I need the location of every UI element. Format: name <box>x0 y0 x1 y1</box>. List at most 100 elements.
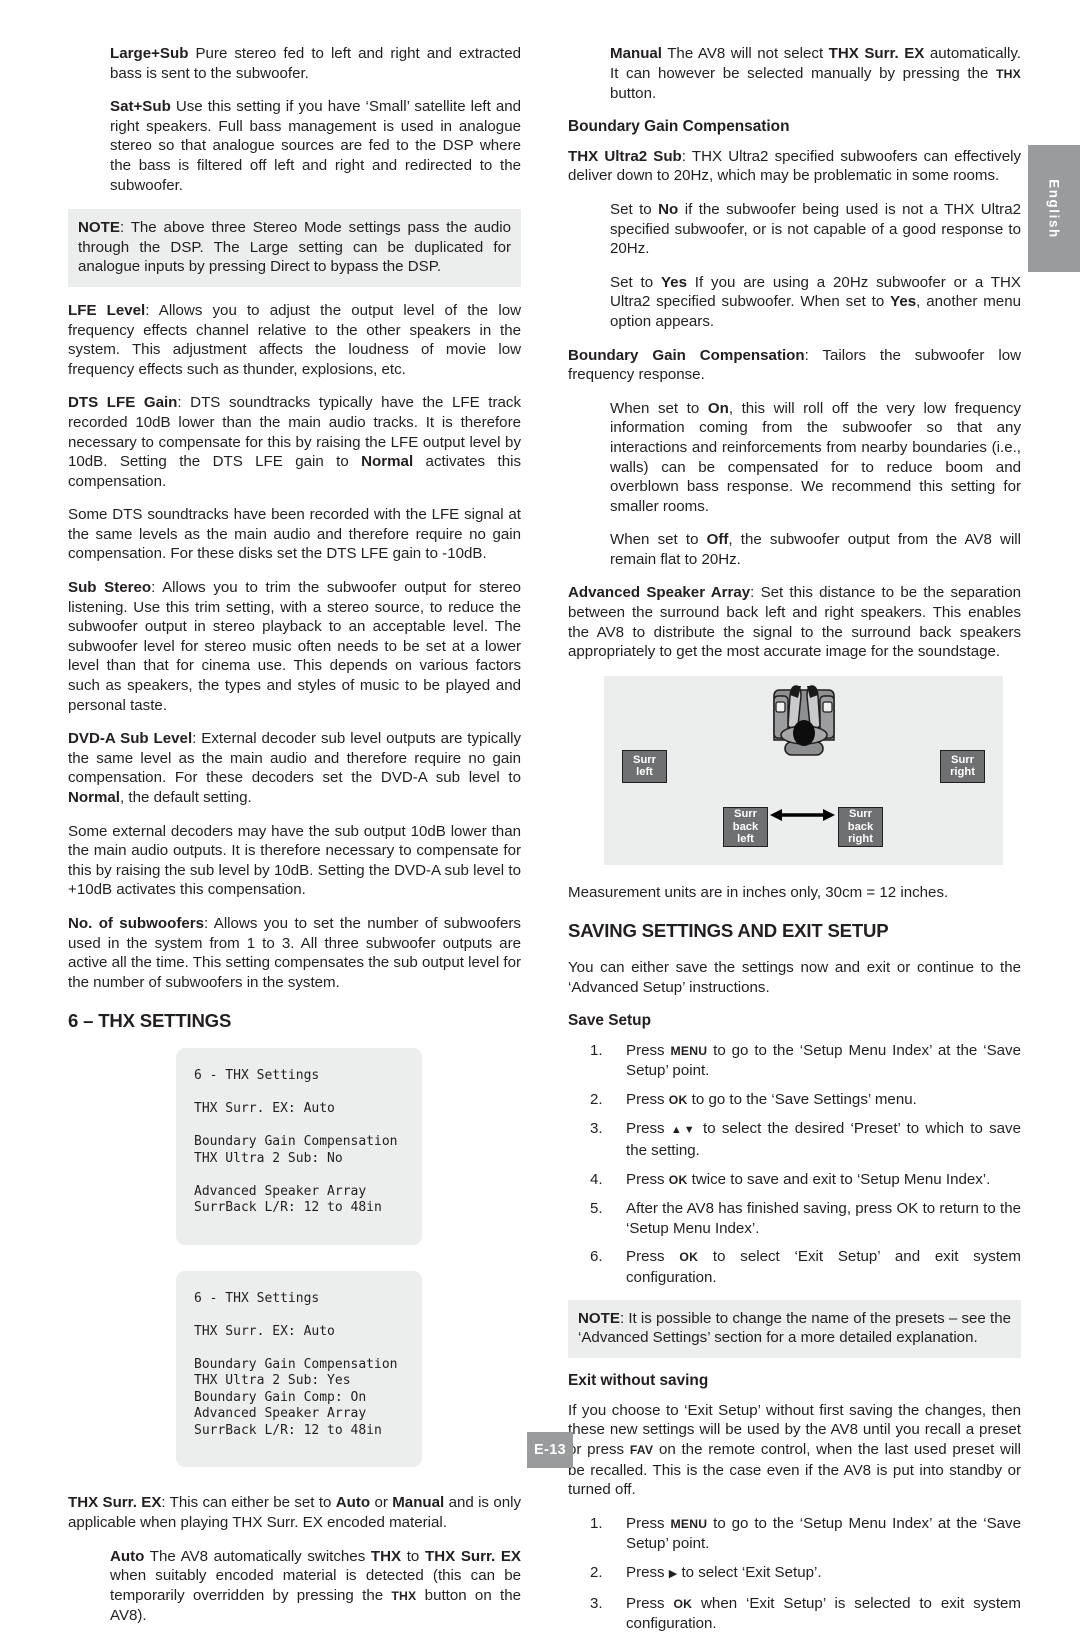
paragraph-large-sub: Large+Sub Pure stereo fed to left and ri… <box>110 44 521 83</box>
osd-panel-thx-settings-1: 6 - THX Settings THX Surr. EX: Auto Bounda… <box>176 1048 422 1245</box>
paragraph-external-decoders: Some external decoders may have the sub … <box>68 822 521 899</box>
osd-line: 6 - THX Settings <box>194 1068 320 1084</box>
step-text: Press <box>626 1090 669 1108</box>
separation-distance-arrow-icon <box>770 808 835 822</box>
paragraph-lfe-level: LFE Level: Allows you to adjust the outp… <box>68 301 521 378</box>
step-item: 3. Press OK when ‘Exit Setup’ is selected… <box>568 1594 1021 1634</box>
speaker-label-line: Surr <box>848 807 872 820</box>
term-dvda-sub-level: DVD-A Sub Level <box>68 730 193 748</box>
speaker-label-line: Surr <box>632 753 656 766</box>
paragraph-advanced-speaker-array: Advanced Speaker Array: Set this distanc… <box>568 584 1022 661</box>
osd-blank-line <box>194 1085 422 1102</box>
left-column: Large+Sub Pure stereo fed to left and ri… <box>68 44 521 1626</box>
osd-blank-line <box>194 1307 422 1324</box>
paragraph-set-no: Set to No if the subwoofer being used is… <box>610 200 1021 258</box>
speaker-surround-left: Surr left <box>622 749 667 783</box>
paragraph-measurement-units: Measurement units are in inches only, 30… <box>568 883 949 901</box>
step-item: 1. Press MENU to go to the ‘Setup Menu In… <box>568 1041 1021 1081</box>
note-label: NOTE <box>78 219 120 237</box>
osd-line: SurrBack L/R: 12 to 48in <box>194 1200 382 1216</box>
paragraph-dts-disks: Some DTS soundtracks have been recorded … <box>68 506 521 563</box>
speaker-label-line: Surr <box>950 753 974 766</box>
term-dts-lfe-gain: DTS LFE Gain <box>68 394 178 412</box>
paragraph-thx-ultra2-sub: THX Ultra2 Sub: THX Ultra2 specified sub… <box>568 147 1021 185</box>
term-no-of-subwoofers: No. of subwoofers <box>68 914 205 932</box>
key-ok: OK <box>668 1092 688 1107</box>
term-large-sub: Large+Sub <box>110 45 189 62</box>
step-text: to go to the ‘Save Settings’ menu. <box>687 1090 917 1108</box>
paragraph-exit-intro: If you choose to ‘Exit Setup’ without fi… <box>568 1401 1022 1499</box>
exit-without-saving-step-list: 1. Press MENU to go to the ‘Setup Menu In… <box>568 1514 1021 1634</box>
speaker-label-line: left <box>737 833 754 846</box>
osd-line: Advanced Speaker Array <box>194 1406 367 1422</box>
step-text: Press <box>626 1248 680 1266</box>
key-thx: THX <box>996 66 1021 81</box>
step-text: Press <box>626 1563 669 1581</box>
note-box-stereo-mode: NOTE: The above three Stereo Mode settin… <box>68 209 521 287</box>
note-label: NOTE <box>578 1309 620 1327</box>
term-manual: Manual <box>610 45 662 62</box>
speaker-label-line: Surr <box>733 807 757 820</box>
key-menu: MENU <box>670 1516 708 1531</box>
step-item: 1. Press MENU to go to the ‘Setup Menu In… <box>568 1514 1021 1554</box>
osd-line: THX Ultra 2 Sub: No <box>194 1150 343 1166</box>
term-sat-sub: Sat+Sub <box>110 98 171 116</box>
osd-blank-line <box>194 1167 422 1184</box>
paragraph-sat-sub: Sat+Sub Use this setting if you have ‘Sm… <box>110 97 521 195</box>
key-fav: FAV <box>629 1442 654 1457</box>
right-column: Manual The AV8 will not select THX Surr.… <box>568 44 1021 1646</box>
speaker-label-line: back <box>847 820 874 833</box>
paragraph-bgc-tailors: Boundary Gain Compensation: Tailors the … <box>568 346 1021 384</box>
step-text: Press <box>626 1041 671 1059</box>
osd-blank-line <box>194 1118 422 1135</box>
speaker-surround-right: Surr right <box>940 749 985 783</box>
paragraph-save-intro: You can either save the settings now and… <box>568 959 1021 997</box>
paragraph-no-of-subwoofers: No. of subwoofers: Allows you to set the… <box>68 914 521 991</box>
heading-exit-without-saving: Exit without saving <box>568 1371 709 1389</box>
heading-save-setup: Save Setup <box>568 1011 651 1029</box>
step-item: 2. Press ▶ to select ‘Exit Setup’. <box>568 1563 1021 1585</box>
osd-line: 6 - THX Settings <box>194 1290 320 1306</box>
nav-arrow-icon: ▶ <box>668 1567 678 1580</box>
term-thx-ultra2-sub: THX Ultra2 Sub <box>568 147 682 165</box>
heading-thx-settings: 6 – THX SETTINGS <box>68 1010 232 1032</box>
note-box-presets: NOTE: It is possible to change the name … <box>568 1299 1021 1358</box>
osd-line: THX Surr. EX: Auto <box>194 1101 335 1117</box>
speaker-surround-back-left: Surr back left <box>723 806 768 847</box>
step-number: 1. <box>590 1514 603 1532</box>
page-number-badge: E-13 <box>527 1432 573 1468</box>
speaker-label-line: back <box>732 820 759 833</box>
text-sat-sub: Use this setting if you have ‘Small’ sat… <box>110 98 521 194</box>
term-lfe-level: LFE Level <box>68 301 146 319</box>
osd-line: THX Surr. EX: Auto <box>194 1323 335 1339</box>
osd-panel-thx-settings-2: 6 - THX Settings THX Surr. EX: Auto Bounda… <box>176 1270 422 1468</box>
language-tab-label: English <box>1046 178 1062 239</box>
step-number: 6. <box>590 1248 603 1266</box>
speaker-surround-back-right: Surr back right <box>838 806 883 847</box>
step-number: 3. <box>590 1594 603 1612</box>
note-text-stereo-mode: NOTE: The above three Stereo Mode settin… <box>78 219 511 276</box>
key-ok: OK <box>668 1172 688 1187</box>
manual-page: Large+Sub Pure stereo fed to left and ri… <box>0 0 1080 1632</box>
step-item: 6. Press OK to select ‘Exit Setup’ and ex… <box>568 1247 1021 1287</box>
step-text: Press <box>626 1170 669 1188</box>
term-bgc: Boundary Gain Compensation <box>568 346 805 364</box>
step-text: After the AV8 has finished saving, press… <box>626 1200 1021 1237</box>
language-tab-english: English <box>1028 145 1080 272</box>
key-menu: MENU <box>670 1043 708 1058</box>
osd-line: THX Ultra 2 Sub: Yes <box>194 1373 351 1389</box>
speaker-layout-diagram: Surr left Surr right Surr back left Surr… <box>604 675 1003 865</box>
nav-arrow-icon: ▲▼ <box>670 1124 697 1137</box>
term-thx-surr-ex: THX Surr. EX <box>68 1494 162 1512</box>
key-ok: OK <box>673 1596 693 1611</box>
save-setup-step-list: 1. Press MENU to go to the ‘Setup Menu In… <box>568 1041 1021 1288</box>
step-item: 4. Press OK twice to save and exit to ‘Se… <box>568 1170 1021 1191</box>
step-text: twice to save and exit to ‘Setup Menu In… <box>687 1170 991 1188</box>
paragraph-manual: Manual The AV8 will not select THX Surr.… <box>610 45 1021 103</box>
paragraph-dvda-sub-level: DVD-A Sub Level: External decoder sub le… <box>68 730 521 806</box>
osd-blank-line <box>194 1340 422 1357</box>
heading-saving-settings: SAVING SETTINGS AND EXIT SETUP <box>568 920 889 942</box>
paragraph-sub-stereo: Sub Stereo: Allows you to trim the subwo… <box>68 579 521 714</box>
osd-line: Boundary Gain Compensation <box>194 1134 398 1150</box>
heading-boundary-gain-compensation: Boundary Gain Compensation <box>568 117 790 135</box>
